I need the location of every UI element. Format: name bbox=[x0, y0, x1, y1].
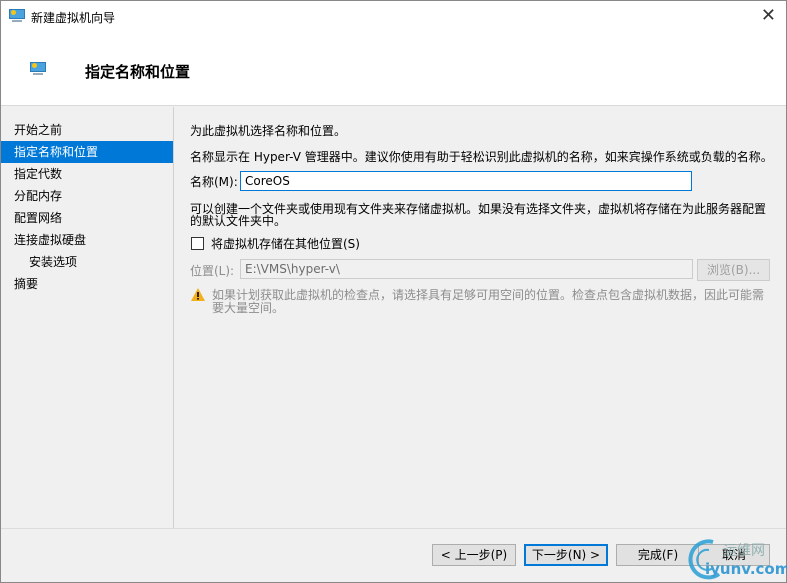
folder-description-line2: 的默认文件夹中。 bbox=[190, 214, 287, 228]
warning-icon bbox=[191, 288, 205, 301]
nav-item-summary[interactable]: 摘要 bbox=[1, 273, 173, 295]
previous-button[interactable]: < 上一步(P) bbox=[432, 544, 516, 566]
footer-divider bbox=[1, 528, 786, 529]
warning-text-line1: 如果计划获取此虚拟机的检查点，请选择具有足够可用空间的位置。检查点包含虚拟机数据… bbox=[212, 288, 765, 302]
location-input[interactable]: E:\VMS\hyper-v\ bbox=[240, 259, 693, 279]
virtual-machine-icon bbox=[9, 9, 25, 22]
warning-text-line2: 要大量空间。 bbox=[212, 301, 285, 315]
nav-item-name-location[interactable]: 指定名称和位置 bbox=[1, 141, 173, 163]
browse-button[interactable]: 浏览(B)... bbox=[697, 259, 770, 281]
nav-item-generation[interactable]: 指定代数 bbox=[1, 163, 173, 185]
close-icon[interactable]: ✕ bbox=[761, 5, 776, 26]
intro-text: 为此虚拟机选择名称和位置。 bbox=[190, 124, 347, 138]
wizard-header: 指定名称和位置 bbox=[1, 31, 786, 106]
title-bar: 新建虚拟机向导 ✕ bbox=[1, 1, 786, 31]
page-title: 指定名称和位置 bbox=[85, 63, 191, 81]
name-input[interactable]: CoreOS bbox=[240, 171, 692, 191]
store-elsewhere-checkbox[interactable] bbox=[191, 237, 204, 250]
virtual-machine-icon bbox=[30, 62, 46, 75]
store-elsewhere-label[interactable]: 将虚拟机存储在其他位置(S) bbox=[211, 237, 360, 251]
nav-item-memory[interactable]: 分配内存 bbox=[1, 185, 173, 207]
nav-item-before-you-begin[interactable]: 开始之前 bbox=[1, 119, 173, 141]
wizard-window: 新建虚拟机向导 ✕ 指定名称和位置 开始之前 指定名称和位置 指定代数 分配内存… bbox=[0, 0, 787, 583]
nav-item-install-options[interactable]: 安装选项 bbox=[1, 251, 173, 273]
watermark-text-cn: 运维网 bbox=[723, 543, 765, 559]
name-description: 名称显示在 Hyper-V 管理器中。建议你使用有助于轻松识别此虚拟机的名称，如… bbox=[190, 150, 773, 164]
nav-item-virtual-disk[interactable]: 连接虚拟硬盘 bbox=[1, 229, 173, 251]
wizard-nav: 开始之前 指定名称和位置 指定代数 分配内存 配置网络 连接虚拟硬盘 安装选项 … bbox=[1, 107, 174, 528]
watermark-text-url: iyunv.com bbox=[705, 560, 787, 578]
window-title: 新建虚拟机向导 bbox=[31, 11, 116, 25]
location-label: 位置(L): bbox=[190, 264, 235, 278]
nav-item-network[interactable]: 配置网络 bbox=[1, 207, 173, 229]
watermark-logo: 运维网 iyunv.com bbox=[683, 538, 787, 582]
next-button[interactable]: 下一步(N) > bbox=[524, 544, 608, 566]
name-label: 名称(M): bbox=[190, 175, 238, 189]
